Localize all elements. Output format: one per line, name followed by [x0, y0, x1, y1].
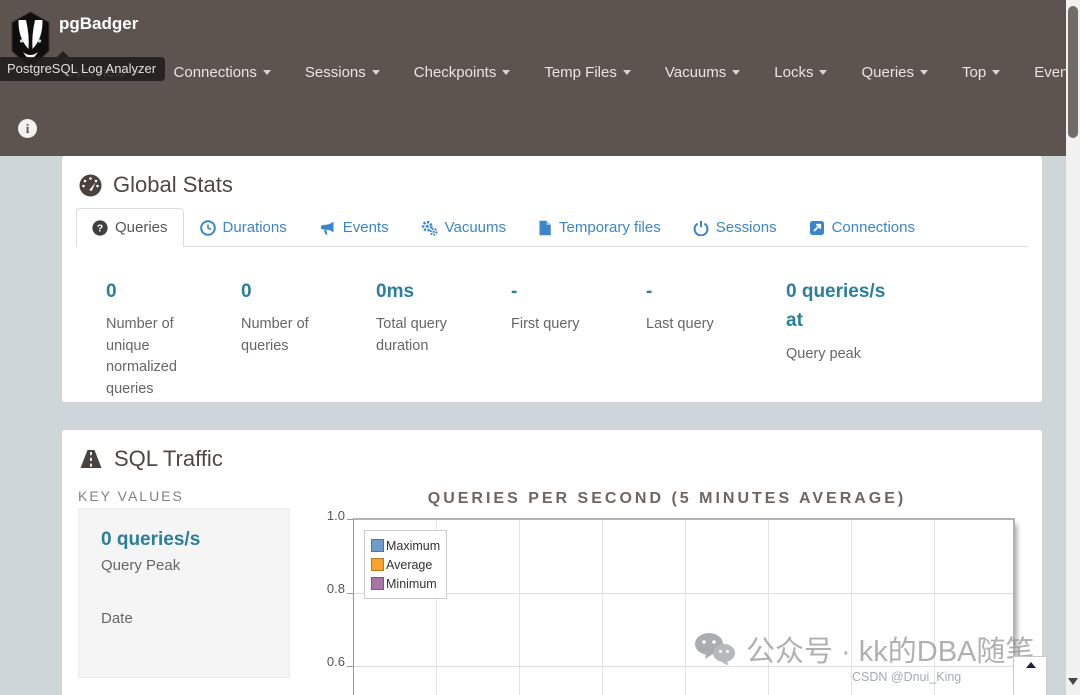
- global-stats-header: Global Stats: [62, 156, 1042, 204]
- gears-icon: [421, 220, 438, 236]
- stat-number-of-queries: 0 Number of queries: [241, 281, 309, 354]
- maximum-swatch-icon: [371, 539, 384, 552]
- chevron-down-icon: [502, 70, 511, 75]
- gridline: [519, 520, 520, 695]
- top-navbar: pgBadger Overview Connections Sessions C…: [0, 0, 1080, 156]
- query-peak-value: 0 queries/s: [101, 529, 201, 550]
- chart-title: QUERIES PER SECOND (5 MINUTES AVERAGE): [427, 490, 907, 507]
- chevron-down-icon: [819, 70, 828, 75]
- minimum-swatch-icon: [371, 577, 384, 590]
- app-title: pgBadger: [59, 14, 139, 33]
- chevron-down-icon: [622, 70, 631, 75]
- page-scrollbar[interactable]: [1066, 0, 1080, 695]
- legend-item-minimum: Minimum: [371, 574, 440, 593]
- stat-total-duration: 0ms Total query duration: [376, 281, 447, 354]
- svg-text:?: ?: [97, 222, 103, 234]
- caret-up-icon: [1026, 662, 1036, 668]
- key-values-box: 0 queries/s Query Peak Date: [78, 508, 290, 678]
- gridline: [685, 520, 686, 695]
- stat-query-peak: 0 queries/s at Query peak: [786, 281, 886, 362]
- gridline: [354, 593, 1013, 594]
- logo-tooltip: PostgreSQL Log Analyzer: [0, 57, 166, 81]
- sql-traffic-header: SQL Traffic: [62, 430, 1042, 478]
- info-icon[interactable]: i: [18, 119, 37, 138]
- menu-vacuums[interactable]: Vacuums: [665, 64, 741, 81]
- tab-durations[interactable]: Durations: [184, 208, 303, 247]
- tab-queries[interactable]: ? Queries: [76, 208, 184, 247]
- tab-vacuums[interactable]: Vacuums: [405, 208, 522, 247]
- tab-temporary-files[interactable]: Temporary files: [522, 208, 677, 247]
- tab-connections[interactable]: Connections: [793, 208, 931, 247]
- chevron-down-icon: [262, 70, 271, 75]
- gridline: [354, 666, 1013, 667]
- stat-unique-queries: 0 Number of unique normalized queries: [106, 281, 177, 397]
- query-peak-label: Query Peak: [101, 557, 181, 574]
- ytick-1.0: 1.0: [326, 508, 345, 523]
- y-axis-tick: [347, 666, 354, 667]
- tab-events[interactable]: Events: [303, 208, 405, 247]
- queries-per-second-chart[interactable]: Maximum Average Minimum: [347, 518, 1015, 695]
- sql-traffic-panel: SQL Traffic KEY VALUES 0 queries/s Query…: [62, 430, 1042, 695]
- scrollbar-thumb[interactable]: [1068, 6, 1078, 138]
- menu-top[interactable]: Top: [962, 64, 1001, 81]
- tachometer-icon: [79, 174, 102, 196]
- stat-first-query: - First query: [511, 281, 580, 333]
- y-axis-tick: [347, 519, 354, 520]
- scroll-to-top-button[interactable]: [1013, 656, 1047, 695]
- gridline: [934, 520, 935, 695]
- menu-sessions[interactable]: Sessions: [305, 64, 380, 81]
- chevron-down-icon: [992, 70, 1001, 75]
- menu-locks[interactable]: Locks: [774, 64, 828, 81]
- ytick-0.6: 0.6: [326, 654, 345, 669]
- date-label: Date: [101, 610, 133, 627]
- menu-checkpoints[interactable]: Checkpoints: [414, 64, 511, 81]
- gridline: [602, 520, 603, 695]
- gridline: [768, 520, 769, 695]
- menu-temp-files[interactable]: Temp Files: [544, 64, 631, 81]
- menu-connections[interactable]: Connections: [174, 64, 271, 81]
- bullhorn-icon: [320, 221, 334, 234]
- menu-queries[interactable]: Queries: [861, 64, 928, 81]
- external-link-icon: [809, 220, 824, 235]
- sql-traffic-title: SQL Traffic: [114, 446, 223, 471]
- stat-last-query: - Last query: [646, 281, 714, 333]
- y-axis-tick: [347, 593, 354, 594]
- chevron-down-icon: [732, 70, 741, 75]
- gridline: [851, 520, 852, 695]
- file-icon: [539, 220, 551, 235]
- tab-sessions[interactable]: Sessions: [677, 208, 793, 247]
- main-menu: Overview Connections Sessions Checkpoint…: [63, 64, 1080, 81]
- global-stats-tabs: ? Queries Durations Events Vacuums Tempo…: [76, 208, 1028, 247]
- chevron-down-icon: [920, 70, 928, 75]
- question-circle-icon: ?: [92, 219, 108, 236]
- clock-icon: [199, 219, 216, 236]
- chevron-down-icon: [371, 70, 380, 75]
- chart-legend: Maximum Average Minimum: [364, 530, 448, 599]
- road-icon: [80, 450, 102, 468]
- legend-item-average: Average: [371, 555, 440, 574]
- scrollbar-down-arrow-icon[interactable]: [1068, 678, 1078, 685]
- power-icon: [693, 220, 709, 236]
- queries-stats-grid: 0 Number of unique normalized queries 0 …: [62, 247, 1042, 410]
- ytick-0.8: 0.8: [326, 581, 345, 596]
- global-stats-panel: Global Stats ? Queries Durations Events: [62, 156, 1042, 402]
- global-stats-title: Global Stats: [113, 172, 233, 197]
- legend-item-maximum: Maximum: [371, 536, 440, 555]
- average-swatch-icon: [371, 558, 384, 571]
